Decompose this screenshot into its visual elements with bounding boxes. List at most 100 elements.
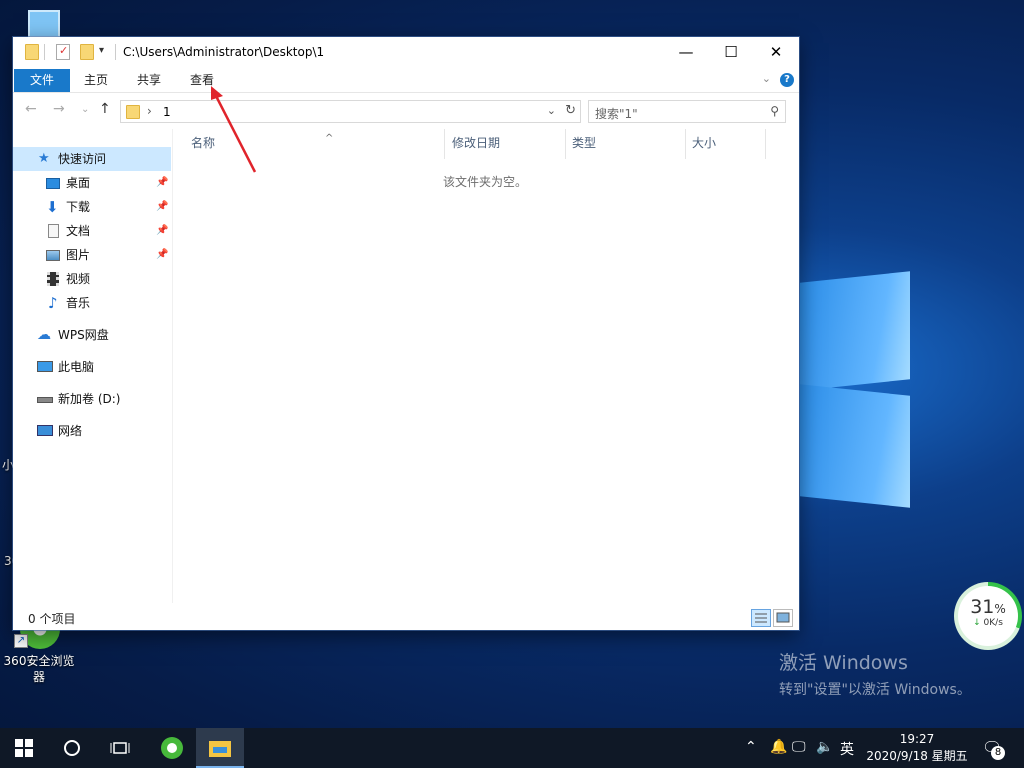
- cloud-icon: ☁: [37, 323, 51, 337]
- forward-button[interactable]: →: [53, 101, 65, 117]
- minimize-button[interactable]: —: [663, 37, 709, 67]
- pin-icon[interactable]: 📌: [156, 219, 168, 243]
- back-button[interactable]: ←: [25, 101, 37, 117]
- picture-icon: [46, 250, 60, 261]
- sort-ascending-icon: ^: [325, 125, 333, 153]
- sidebar-item-quick-access[interactable]: ★ 快速访问: [13, 147, 171, 171]
- speed-percent: 31: [970, 596, 994, 618]
- expand-ribbon-icon[interactable]: ⌄: [762, 72, 771, 85]
- sidebar-item-music[interactable]: ♪ 音乐: [13, 291, 171, 315]
- taskbar-360-browser[interactable]: [148, 728, 196, 768]
- sidebar-item-pictures[interactable]: 图片 📌: [13, 243, 171, 267]
- pin-icon[interactable]: 📌: [156, 171, 168, 195]
- network-icon: [37, 425, 53, 436]
- cortana-circle-icon: [62, 738, 82, 758]
- download-icon: ⬇: [46, 195, 60, 209]
- input-language-indicator[interactable]: 英: [840, 739, 854, 759]
- sidebar-item-wps-cloud[interactable]: ☁ WPS网盘: [13, 323, 171, 347]
- new-folder-icon[interactable]: [80, 44, 94, 60]
- column-size[interactable]: 大小: [686, 129, 766, 159]
- folder-icon: [25, 44, 39, 60]
- taskbar-file-explorer[interactable]: [196, 728, 244, 768]
- ribbon-tabs: 文件 主页 共享 查看 ⌄ ?: [13, 67, 799, 93]
- star-icon: ★: [38, 147, 52, 161]
- browser-360-icon: [160, 736, 184, 760]
- item-count: 0 个项目: [28, 610, 75, 627]
- column-date-modified[interactable]: 修改日期: [446, 129, 566, 159]
- desktop-computer-icon[interactable]: [28, 10, 60, 38]
- refresh-icon[interactable]: ↻: [565, 103, 576, 118]
- sidebar-item-desktop[interactable]: 桌面 📌: [13, 171, 171, 195]
- network-speed-widget[interactable]: 31% ↓ 0K/s: [954, 582, 1022, 650]
- search-icon[interactable]: ⚲: [770, 104, 779, 118]
- pin-icon[interactable]: 📌: [156, 195, 168, 219]
- sidebar-item-drive-d[interactable]: 新加卷 (D:): [13, 387, 171, 411]
- drive-icon: [37, 397, 53, 403]
- sidebar-item-documents[interactable]: 文档 📌: [13, 219, 171, 243]
- action-center-button[interactable]: 🗨 8: [982, 738, 1002, 757]
- details-view-icon: [752, 610, 770, 626]
- notification-bell-icon[interactable]: 🔔: [770, 739, 787, 755]
- breadcrumb[interactable]: 1: [163, 105, 171, 119]
- desktop-icon: [46, 178, 60, 189]
- sidebar-item-this-pc[interactable]: 此电脑: [13, 355, 171, 379]
- properties-icon[interactable]: ✓: [56, 44, 70, 60]
- sidebar-item-network[interactable]: 网络: [13, 419, 171, 443]
- file-explorer-icon: [208, 738, 232, 758]
- taskbar-clock[interactable]: 19:27 2020/9/18 星期五: [862, 731, 972, 765]
- clock-time: 19:27: [862, 731, 972, 748]
- document-icon: [48, 224, 59, 238]
- search-placeholder: 搜索"1": [595, 107, 638, 121]
- title-bar[interactable]: ✓ ▾ C:\Users\Administrator\Desktop\1 — ☐…: [13, 37, 799, 67]
- notification-count-badge: 8: [991, 746, 1005, 760]
- sidebar-item-videos[interactable]: 视频: [13, 267, 171, 291]
- video-icon: [47, 272, 59, 286]
- window-title: C:\Users\Administrator\Desktop\1: [123, 45, 324, 59]
- speed-rate: 0K/s: [984, 618, 1003, 628]
- large-icons-view-button[interactable]: [773, 609, 793, 627]
- navigation-pane: ★ 快速访问 桌面 📌 ⬇ 下载 📌 文档 📌 图片 📌 视频 ♪: [13, 129, 173, 603]
- desktop-browser-label[interactable]: 360安全浏览 器: [2, 653, 76, 685]
- tab-share[interactable]: 共享: [125, 69, 173, 92]
- computer-icon: [37, 361, 53, 372]
- recent-locations-button[interactable]: ⌄: [81, 104, 89, 115]
- large-icons-view-icon: [774, 610, 792, 626]
- show-hidden-icons-button[interactable]: ⌃: [745, 739, 757, 755]
- address-bar[interactable]: › 1 ⌄ ↻: [120, 100, 581, 123]
- help-icon[interactable]: ?: [780, 73, 794, 87]
- music-icon: ♪: [48, 291, 62, 305]
- tab-home[interactable]: 主页: [72, 69, 120, 92]
- status-bar: 0 个项目: [13, 607, 799, 629]
- pin-icon[interactable]: 📌: [156, 243, 168, 267]
- close-button[interactable]: ✕: [753, 37, 799, 67]
- download-arrow-icon: ↓: [973, 618, 981, 628]
- navigation-bar: ← → ⌄ ↑ › 1 ⌄ ↻ 搜索"1" ⚲: [13, 97, 799, 125]
- customize-qa-icon[interactable]: ▾: [99, 45, 104, 56]
- windows-wallpaper-logo: [800, 265, 912, 501]
- maximize-button[interactable]: ☐: [708, 37, 754, 67]
- network-status-icon[interactable]: 🖵: [792, 739, 806, 755]
- folder-icon: [126, 105, 140, 119]
- clock-date: 2020/9/18 星期五: [862, 748, 972, 765]
- empty-folder-message: 该文件夹为空。: [443, 173, 527, 190]
- up-button[interactable]: ↑: [99, 101, 111, 117]
- address-dropdown-icon[interactable]: ⌄: [547, 104, 556, 117]
- details-view-button[interactable]: [751, 609, 771, 627]
- task-view-icon: [110, 738, 130, 758]
- search-button[interactable]: [48, 728, 96, 768]
- windows-start-icon: [14, 738, 34, 758]
- activate-windows-watermark: 激活 Windows 转到"设置"以激活 Windows。: [779, 648, 971, 699]
- task-view-button[interactable]: [96, 728, 144, 768]
- column-type[interactable]: 类型: [566, 129, 686, 159]
- file-explorer-window: ✓ ▾ C:\Users\Administrator\Desktop\1 — ☐…: [13, 37, 799, 630]
- volume-icon[interactable]: 🔈: [816, 739, 833, 755]
- breadcrumb-separator[interactable]: ›: [147, 104, 152, 118]
- file-list: 名称 ^ 修改日期 类型 大小 该文件夹为空。: [173, 129, 799, 603]
- tab-file[interactable]: 文件: [14, 69, 70, 92]
- taskbar: ⌃ 🔔 🖵 🔈 英 19:27 2020/9/18 星期五 🗨 8: [0, 728, 1024, 768]
- start-button[interactable]: [0, 728, 48, 768]
- annotation-arrow-icon: [205, 82, 265, 182]
- sidebar-item-downloads[interactable]: ⬇ 下载 📌: [13, 195, 171, 219]
- search-input[interactable]: 搜索"1" ⚲: [588, 100, 786, 123]
- shortcut-arrow-icon: ↗: [14, 634, 28, 648]
